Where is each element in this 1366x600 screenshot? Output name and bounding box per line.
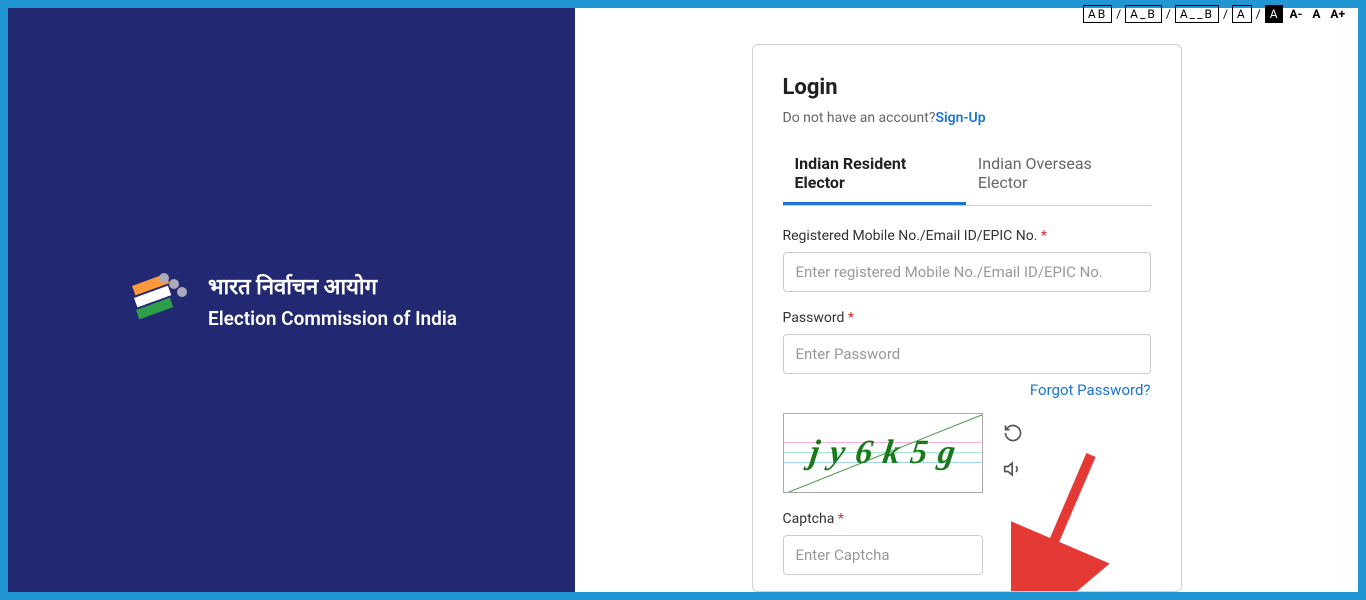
captcha-input[interactable]: [783, 535, 983, 575]
forgot-password-link[interactable]: Forgot Password?: [1030, 381, 1151, 399]
acc-sep: /: [1223, 7, 1228, 21]
font-decrease[interactable]: A-: [1287, 7, 1306, 21]
captcha-text: j y 6 k 5 g: [807, 434, 958, 472]
audio-captcha-icon[interactable]: [1003, 459, 1023, 483]
login-card: Login Do not have an account?Sign-Up Ind…: [752, 44, 1182, 592]
content-panel: AB / A_B / A__B / A / A A- A A+ Login Do…: [575, 8, 1358, 592]
login-title: Login: [783, 75, 1151, 100]
acc-sep: /: [1166, 7, 1171, 21]
acc-sep: /: [1256, 7, 1261, 21]
elector-tabs: Indian Resident Elector Indian Overseas …: [783, 144, 1151, 206]
captcha-image: j y 6 k 5 g: [783, 413, 983, 493]
password-input[interactable]: [783, 334, 1151, 374]
acc-option-a--b[interactable]: A__B: [1175, 5, 1219, 23]
required-asterisk: *: [838, 511, 844, 527]
required-asterisk: *: [1041, 228, 1047, 244]
password-label: Password *: [783, 310, 1151, 326]
tab-resident-elector[interactable]: Indian Resident Elector: [783, 144, 966, 205]
required-asterisk: *: [848, 310, 854, 326]
acc-option-a-inverted[interactable]: A: [1265, 5, 1283, 23]
branding-panel: भारत निर्वाचन आयोग Election Commission o…: [8, 8, 575, 592]
eci-logo-icon: [126, 268, 190, 332]
refresh-captcha-icon[interactable]: [1003, 423, 1023, 447]
identifier-input[interactable]: [783, 252, 1151, 292]
identifier-label: Registered Mobile No./Email ID/EPIC No. …: [783, 228, 1151, 244]
brand-hindi: भारत निर्वाचन आयोग: [208, 271, 457, 301]
acc-option-a[interactable]: A: [1232, 5, 1252, 23]
font-normal[interactable]: A: [1309, 7, 1323, 21]
acc-option-a-b[interactable]: A_B: [1125, 5, 1162, 23]
signup-link[interactable]: Sign-Up: [935, 110, 985, 126]
no-account-text: Do not have an account?: [783, 110, 936, 126]
brand-english: Election Commission of India: [208, 307, 457, 330]
acc-option-ab[interactable]: AB: [1083, 5, 1112, 23]
signup-prompt: Do not have an account?Sign-Up: [783, 110, 1151, 126]
captcha-label: Captcha *: [783, 511, 1151, 527]
font-increase[interactable]: A+: [1327, 7, 1348, 21]
acc-sep: /: [1116, 7, 1121, 21]
tab-overseas-elector[interactable]: Indian Overseas Elector: [966, 144, 1151, 205]
accessibility-bar: AB / A_B / A__B / A / A A- A A+: [575, 4, 1358, 24]
